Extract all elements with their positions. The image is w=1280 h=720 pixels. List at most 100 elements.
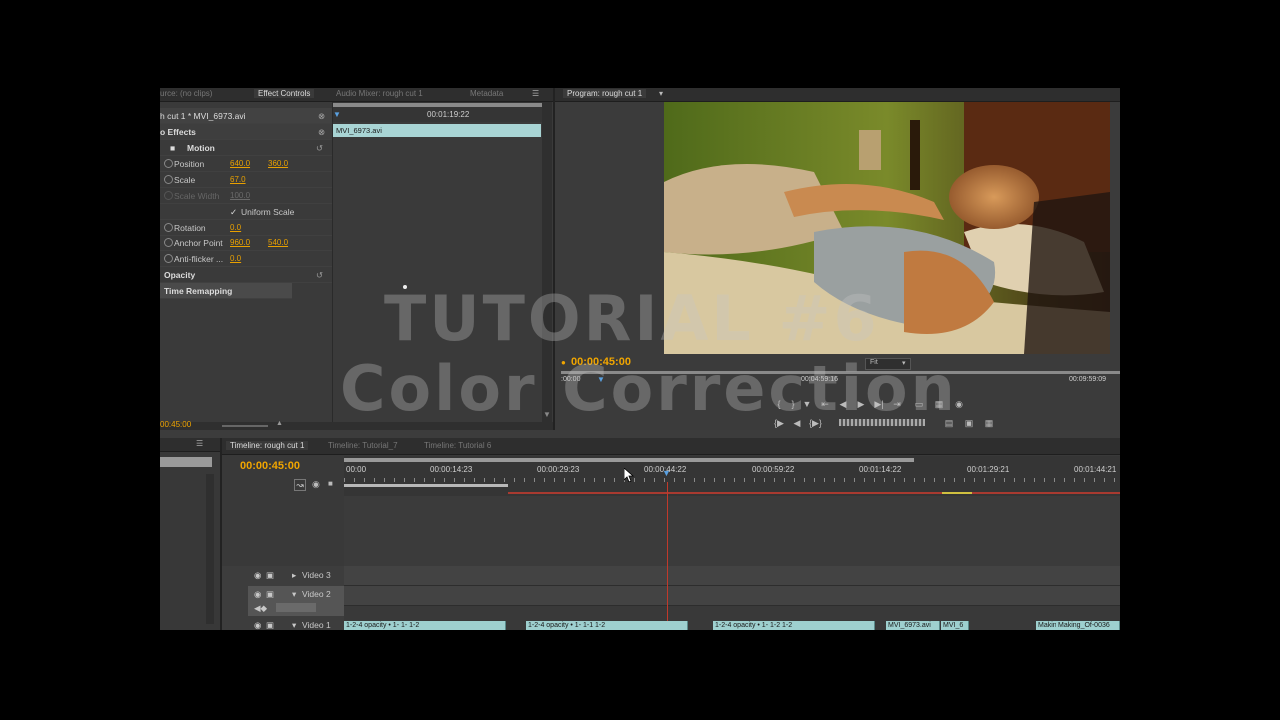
timeline-ruler[interactable]: 00:00 00:00:14:23 00:00:29:23 00:00:44:2…	[344, 456, 1120, 496]
expand-icon[interactable]: ▸	[292, 570, 296, 581]
sync-lock-icon[interactable]: ▣	[266, 570, 274, 581]
anti-flicker-label: Anti-flicker ...	[174, 254, 224, 264]
rotation-value[interactable]: 0.0	[230, 223, 241, 232]
tab-source[interactable]: urce: (no clips)	[160, 89, 212, 98]
ruler-label-5: 00:01:14:22	[859, 465, 902, 474]
timeline-playhead-icon[interactable]: ▼	[662, 468, 671, 478]
stopwatch-icon[interactable]	[164, 159, 173, 168]
track-header-video-2: ◉ ▣ ▾ Video 2 ◀◆	[248, 586, 344, 616]
track-label-video-2: Video 2	[302, 589, 331, 599]
program-ruler-end: 00:09:59:09	[1069, 376, 1106, 383]
track-video-2[interactable]	[344, 586, 1120, 606]
clip-video-1[interactable]: MVI_6	[941, 621, 969, 630]
work-area-bar[interactable]	[333, 103, 543, 107]
eye-icon[interactable]: ◉	[254, 620, 261, 630]
track-label-video-3: Video 3	[302, 570, 331, 580]
rotation-label: Rotation	[174, 223, 206, 233]
uniform-scale-label: Uniform Scale	[241, 207, 295, 217]
anti-flicker-row: Anti-flicker ... 0.0	[160, 251, 332, 267]
keyframe-nav-icon[interactable]: ◀◆	[254, 603, 267, 614]
clip-video-1[interactable]: Making_Of-0036	[1056, 621, 1120, 630]
tab-timeline-tutorial-7[interactable]: Timeline: Tutorial_7	[328, 441, 398, 450]
reset-motion-icon[interactable]: ↺	[316, 143, 323, 154]
extract-icon[interactable]: ▣	[963, 418, 975, 428]
anchor-point-row: Anchor Point 960.0 540.0	[160, 235, 332, 251]
work-area-bar[interactable]	[344, 458, 914, 462]
scale-width-value: 100.0	[230, 191, 251, 200]
motion-label: Motion	[187, 143, 215, 153]
tab-audio-mixer[interactable]: Audio Mixer: rough cut 1	[336, 89, 423, 98]
opacity-row[interactable]: Opacity ↺	[160, 267, 332, 283]
motion-row[interactable]: ■ Motion ↺	[160, 140, 332, 156]
playhead-marker-icon[interactable]: ▼	[333, 110, 341, 119]
panel-menu-icon[interactable]: ☰	[532, 89, 539, 98]
track-video-3[interactable]	[344, 566, 1120, 586]
head	[949, 165, 1039, 229]
source-panel-tabbar: urce: (no clips) Effect Controls Audio M…	[160, 88, 553, 102]
tab-timeline-rough-cut[interactable]: Timeline: rough cut 1	[226, 441, 309, 450]
tab-program[interactable]: Program: rough cut 1	[563, 89, 647, 98]
sync-lock-icon[interactable]: ▣	[266, 589, 274, 600]
track-headers: ◉ ▣ ▸ Video 3 ◉ ▣ ▾ Video 2 ◀◆ ◉ ▣ ▾ Vid…	[222, 566, 344, 630]
scale-value[interactable]: 67.0	[230, 175, 246, 184]
opacity-display-field[interactable]	[276, 603, 316, 612]
stopwatch-icon[interactable]	[164, 254, 173, 263]
clip-video-1[interactable]: MVI_6973.avi	[886, 621, 940, 630]
anchor-y-value[interactable]: 540.0	[268, 238, 288, 247]
sequence-clip-name: h cut 1 * MVI_6973.avi	[160, 111, 246, 121]
zoom-slider[interactable]	[222, 425, 268, 427]
project-menu-icon[interactable]: ☰	[196, 439, 203, 448]
fx-toggle-icon[interactable]: ■	[170, 143, 175, 153]
timeline-timecode[interactable]: 00:00:45:00	[240, 460, 300, 472]
playhead-line[interactable]	[667, 482, 668, 630]
zoom-scroll-bar[interactable]	[344, 484, 508, 487]
position-y-value[interactable]: 360.0	[268, 159, 288, 168]
snap-icon[interactable]: ↝	[294, 479, 306, 491]
watermark-line-1: TUTORIAL #6	[384, 282, 880, 355]
collapse-icon[interactable]: ▾	[292, 589, 296, 600]
lock-icon[interactable]: ■	[328, 479, 333, 488]
time-remapping-row[interactable]: Time Remapping	[160, 283, 292, 299]
rotation-row: Rotation 0.0	[160, 220, 332, 236]
tab-effect-controls[interactable]: Effect Controls	[254, 89, 315, 98]
tab-metadata[interactable]: Metadata	[470, 89, 503, 98]
ruler-label-1: 00:00:14:23	[430, 465, 473, 474]
zoom-icon[interactable]: ▲	[276, 420, 283, 427]
program-dropdown-icon[interactable]: ▾	[659, 89, 663, 98]
stopwatch-icon[interactable]	[164, 238, 173, 247]
project-scrollbar[interactable]	[206, 474, 214, 624]
scale-width-label: Scale Width	[174, 191, 220, 201]
clip-video-1[interactable]: 1-2-4 opacity • 1- 1-2 1-2	[713, 621, 875, 630]
reset-effects-icon[interactable]: ⊗	[318, 127, 325, 138]
video-effects-row: o Effects ⊗	[160, 124, 332, 140]
collapse-icon[interactable]: ▾	[292, 620, 296, 630]
position-x-value[interactable]: 640.0	[230, 159, 250, 168]
stopwatch-icon[interactable]	[164, 175, 173, 184]
video-effects-label: o Effects	[160, 127, 196, 137]
eye-icon[interactable]: ◉	[254, 570, 261, 581]
render-bar-yellow	[942, 492, 972, 494]
sync-lock-icon[interactable]: ▣	[266, 620, 274, 630]
opacity-label: Opacity	[164, 270, 196, 280]
track-area	[344, 496, 1120, 566]
ruler-label-0: 00:00	[346, 465, 367, 474]
tab-timeline-tutorial-6[interactable]: Timeline: Tutorial 6	[424, 441, 491, 450]
stopwatch-icon[interactable]	[164, 223, 173, 232]
anti-flicker-value[interactable]: 0.0	[230, 254, 241, 263]
reset-opacity-icon[interactable]: ↺	[316, 270, 323, 281]
effect-timeline-ruler: 00:01:19:22 ▼	[333, 102, 543, 122]
project-panel: ☰	[160, 438, 222, 630]
uniform-scale-checkbox[interactable]: ✓	[230, 207, 237, 218]
reset-icon[interactable]: ⊗	[318, 111, 325, 122]
set-marker-icon[interactable]: ◉	[312, 479, 320, 490]
clip-video-1[interactable]: 1-2-4 opacity • 1- 1- 1-2	[344, 621, 506, 630]
trim-icon[interactable]: ▦	[983, 418, 995, 428]
anchor-x-value[interactable]: 960.0	[230, 238, 250, 247]
program-tabbar: Program: rough cut 1 ▾	[555, 88, 1120, 102]
scale-width-row: Scale Width 100.0	[160, 188, 332, 204]
eye-icon[interactable]: ◉	[254, 589, 261, 600]
project-search-field[interactable]	[160, 457, 212, 467]
clip-video-1[interactable]: 1-2-4 opacity • 1- 1-1 1-2	[526, 621, 688, 630]
clip-bar[interactable]: MVI_6973.avi	[333, 124, 541, 137]
track-label-video-1: Video 1	[302, 620, 331, 630]
